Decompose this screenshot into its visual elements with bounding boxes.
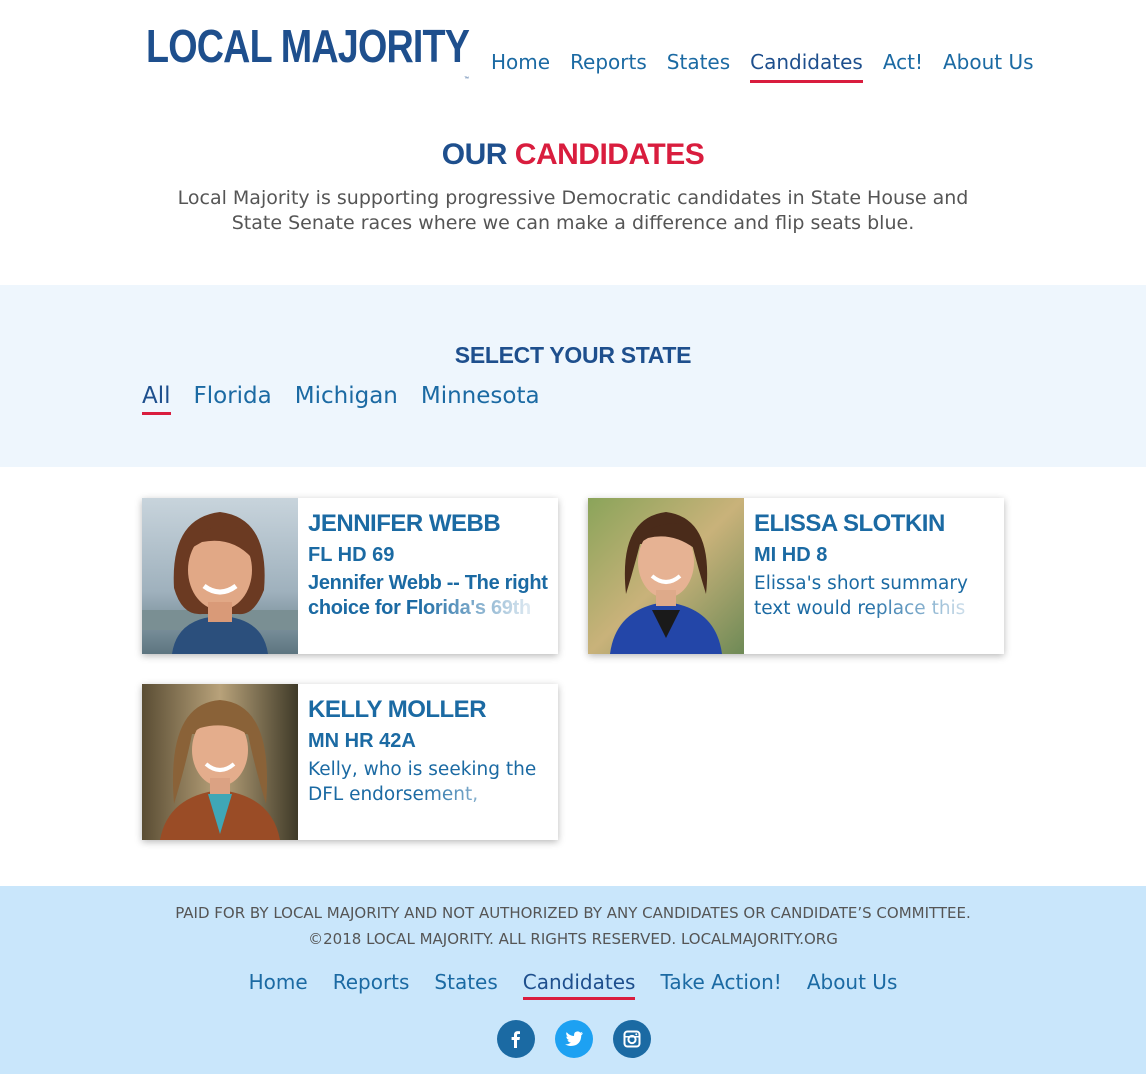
candidate-summary: Kelly, who is seeking the DFL endorsemen… <box>308 757 548 807</box>
intro-description: Local Majority is supporting progressive… <box>177 187 969 234</box>
page-title: OUR CANDIDATES <box>0 138 1146 172</box>
footer-nav: Home Reports States Candidates Take Acti… <box>0 970 1146 1000</box>
candidate-photo <box>588 498 744 654</box>
footer-disclaimer: PAID FOR BY LOCAL MAJORITY AND NOT AUTHO… <box>0 900 1146 952</box>
intro-section: OUR CANDIDATES Local Majority is support… <box>0 138 1146 236</box>
nav-about-us[interactable]: About Us <box>943 50 1034 80</box>
candidate-summary: Elissa's short summary text would replac… <box>754 571 994 621</box>
facebook-icon <box>511 1031 520 1048</box>
state-tabs: All Florida Michigan Minnesota <box>142 383 540 415</box>
copyright-line: ©2018 LOCAL MAJORITY. ALL RIGHTS RESERVE… <box>308 930 838 948</box>
candidate-card-jennifer-webb[interactable]: JENNIFER WEBB FL HD 69 Jennifer Webb -- … <box>142 498 558 654</box>
page-title-part2: CANDIDATES <box>514 138 705 171</box>
footer-nav-reports[interactable]: Reports <box>333 970 410 994</box>
facebook-link[interactable] <box>497 1020 535 1058</box>
site-header: LOCAL MAJORITY ™ Home Reports States Can… <box>0 0 1146 120</box>
twitter-icon <box>565 1031 583 1046</box>
page-title-part1: OUR <box>441 138 508 171</box>
logo-wordmark: LOCAL MAJORITY <box>146 20 470 72</box>
candidate-name: KELLY MOLLER <box>308 696 487 723</box>
candidate-district: MN HR 42A <box>308 730 416 752</box>
footer-nav-take-action[interactable]: Take Action! <box>660 970 781 994</box>
candidate-card-elissa-slotkin[interactable]: ELISSA SLOTKIN MI HD 8 Elissa's short su… <box>588 498 1004 654</box>
site-logo[interactable]: LOCAL MAJORITY <box>142 4 474 88</box>
candidate-name: ELISSA SLOTKIN <box>754 510 945 537</box>
state-tab-minnesota[interactable]: Minnesota <box>421 383 540 409</box>
candidate-card-body: ELISSA SLOTKIN MI HD 8 Elissa's short su… <box>744 498 1004 654</box>
social-links <box>497 1020 651 1058</box>
candidate-card-kelly-moller[interactable]: KELLY MOLLER MN HR 42A Kelly, who is see… <box>142 684 558 840</box>
text-fade <box>864 596 994 621</box>
candidate-district: MI HD 8 <box>754 544 828 566</box>
candidate-district: FL HD 69 <box>308 544 395 566</box>
disclaimer-line-1: PAID FOR BY LOCAL MAJORITY AND NOT AUTHO… <box>175 904 971 922</box>
nav-states[interactable]: States <box>667 50 730 80</box>
text-fade <box>418 596 548 621</box>
state-selector: SELECT YOUR STATE All Florida Michigan M… <box>0 285 1146 467</box>
trademark-mark: ™ <box>464 76 469 82</box>
instagram-link[interactable] <box>613 1020 651 1058</box>
text-fade <box>418 782 548 807</box>
candidate-card-body: KELLY MOLLER MN HR 42A Kelly, who is see… <box>298 684 558 840</box>
state-selector-title: SELECT YOUR STATE <box>454 342 692 368</box>
site-footer: PAID FOR BY LOCAL MAJORITY AND NOT AUTHO… <box>0 886 1146 1074</box>
footer-nav-candidates[interactable]: Candidates <box>522 970 635 1000</box>
candidate-photo <box>142 684 298 840</box>
candidate-card-body: JENNIFER WEBB FL HD 69 Jennifer Webb -- … <box>298 498 558 654</box>
footer-nav-about-us[interactable]: About Us <box>807 970 898 994</box>
candidate-photo <box>142 498 298 654</box>
state-tab-all[interactable]: All <box>142 383 171 415</box>
main-nav: Home Reports States Candidates Act! Abou… <box>491 50 1034 83</box>
nav-act[interactable]: Act! <box>883 50 923 80</box>
footer-nav-home[interactable]: Home <box>249 970 308 994</box>
state-tab-florida[interactable]: Florida <box>194 383 272 409</box>
candidate-summary: Jennifer Webb -- The right choice for Fl… <box>308 571 548 621</box>
nav-reports[interactable]: Reports <box>570 50 647 80</box>
nav-candidates[interactable]: Candidates <box>750 50 863 83</box>
footer-nav-states[interactable]: States <box>434 970 497 994</box>
instagram-icon <box>623 1030 641 1048</box>
state-tab-michigan[interactable]: Michigan <box>295 383 398 409</box>
nav-home[interactable]: Home <box>491 50 550 80</box>
candidate-name: JENNIFER WEBB <box>308 510 501 537</box>
twitter-link[interactable] <box>555 1020 593 1058</box>
